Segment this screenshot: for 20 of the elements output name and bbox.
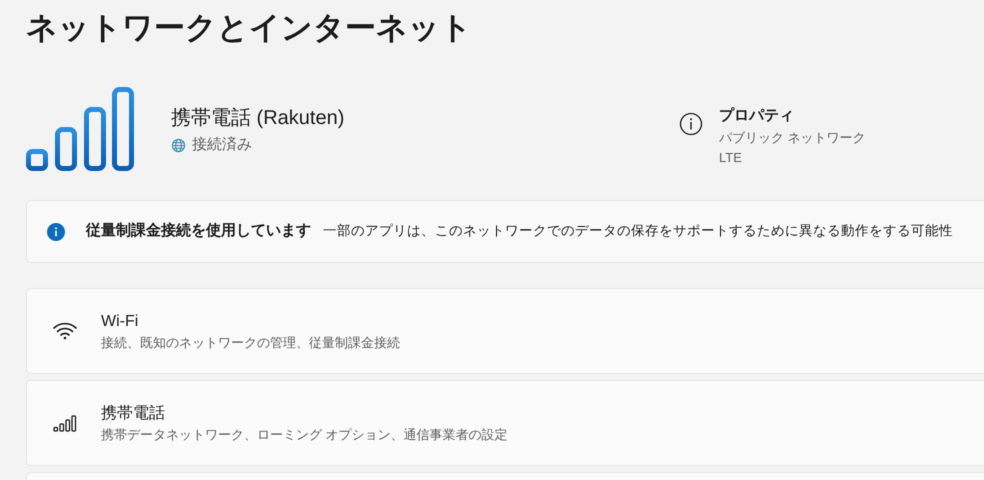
card-description: 携帯データネットワーク、ローミング オプション、通信事業者の設定 bbox=[101, 426, 508, 444]
info-icon[interactable] bbox=[679, 112, 703, 136]
signal-strength-icon bbox=[53, 413, 77, 433]
page-title: ネットワークとインターネット bbox=[26, 9, 472, 47]
card-title: Wi-Fi bbox=[101, 312, 140, 332]
card-title: 携帯電話 bbox=[101, 404, 166, 424]
banner-message: 一部のアプリは、このネットワークでのデータの保存をサポートするために異なる動作をする可能性 bbox=[323, 222, 953, 240]
info-icon bbox=[47, 222, 65, 240]
settings-card[interactable]: 携帯電話 携帯データネットワーク、ローミング オプション、通信事業者の設定 bbox=[26, 380, 984, 466]
properties-link[interactable]: プロパティ bbox=[719, 105, 794, 127]
banner-title: 従量制課金接続を使用しています bbox=[86, 221, 311, 242]
connection-status: 接続済み bbox=[192, 134, 252, 155]
connection-name: 携帯電話 (Rakuten) bbox=[171, 106, 344, 131]
card-description: 接続、既知のネットワークの管理、従量制課金接続 bbox=[101, 334, 400, 352]
signal-strength-icon bbox=[26, 87, 134, 173]
property-value: パブリック ネットワーク bbox=[719, 129, 866, 147]
property-value: LTE bbox=[719, 149, 743, 167]
settings-card[interactable]: Wi-Fi 接続、既知のネットワークの管理、従量制課金接続 bbox=[26, 288, 984, 374]
wifi-icon bbox=[52, 321, 78, 341]
globe-icon bbox=[171, 138, 186, 152]
